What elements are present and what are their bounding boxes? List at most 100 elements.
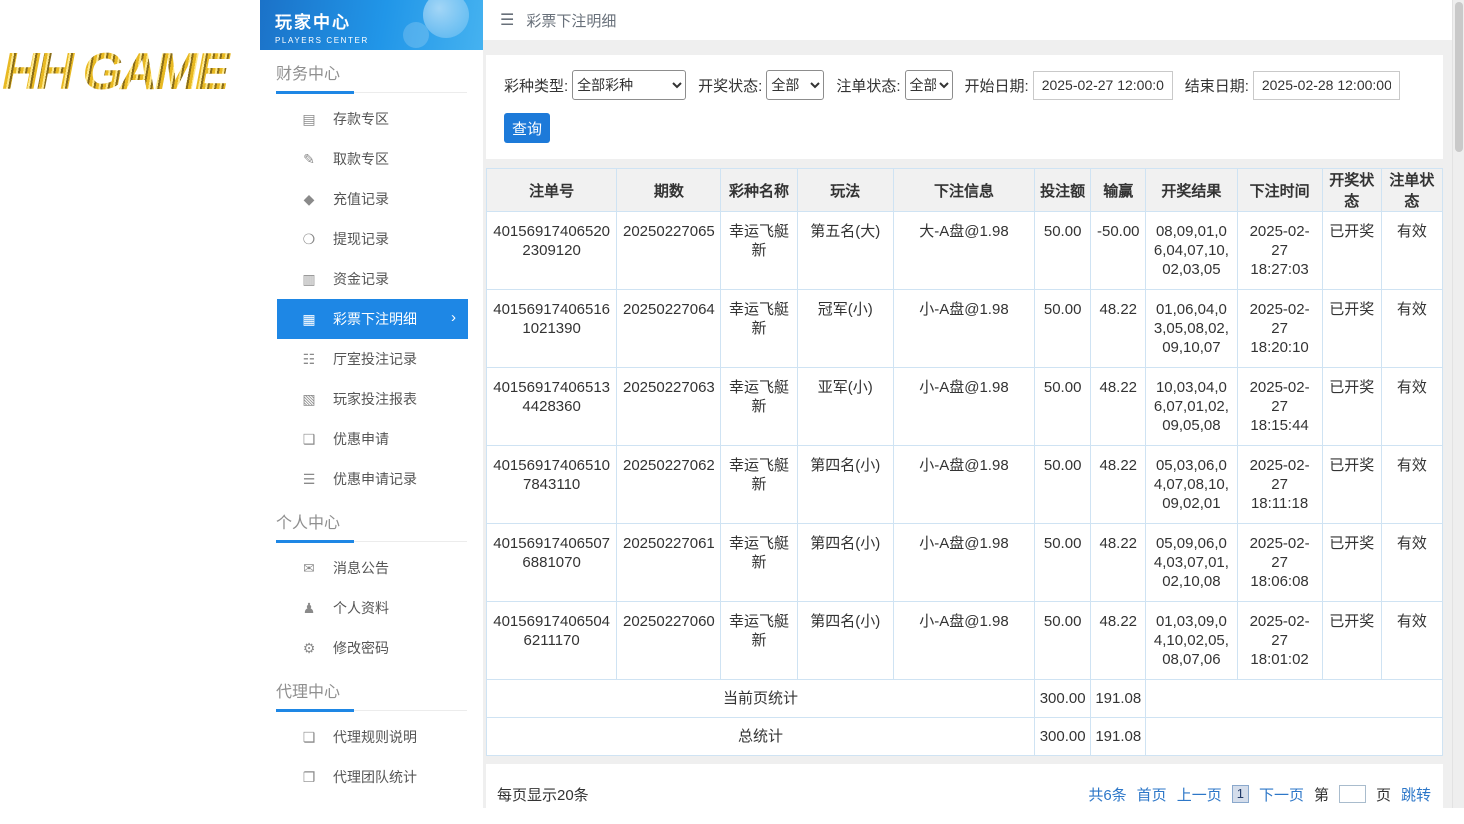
hall-bet-record-icon: ☷ <box>300 351 318 368</box>
sidebar-item-message-announcements[interactable]: ✉ 消息公告 <box>277 548 468 588</box>
sidebar-item-player-bet-report[interactable]: ▧ 玩家投注报表 <box>277 379 468 419</box>
promo-apply-record-icon: ☰ <box>300 471 318 488</box>
agent-menu: ❏ 代理规则说明 ❐ 代理团队统计 <box>277 717 468 797</box>
table-header-row: 注单号 期数 彩种名称 玩法 下注信息 投注额 输赢 开奖结果 下注时间 开奖状… <box>487 169 1443 212</box>
lottery-type-label: 彩种类型: <box>504 75 568 96</box>
sidebar-item-deposit-zone[interactable]: ▤ 存款专区 <box>277 99 468 139</box>
col-win-loss: 输赢 <box>1091 169 1146 212</box>
start-date-label: 开始日期: <box>965 75 1029 96</box>
prev-page-link[interactable]: 上一页 <box>1177 784 1222 805</box>
col-play-type: 玩法 <box>797 169 893 212</box>
main-area: ☰ 彩票下注明细 彩种类型: 全部彩种 开奖状态: 全部 注单状态: 全部 开始… <box>483 0 1464 808</box>
summary-bet-total: 300.00 <box>1035 718 1091 756</box>
team-stats-icon: ❐ <box>300 769 318 786</box>
end-date-label: 结束日期: <box>1185 75 1249 96</box>
col-bet-status: 注单状态 <box>1381 169 1442 212</box>
sidebar-item-promo-application-records[interactable]: ☰ 优惠申请记录 <box>277 459 468 499</box>
draw-status-label: 开奖状态: <box>698 75 762 96</box>
section-title-finance: 财务中心 <box>276 60 467 93</box>
bet-status-label: 注单状态: <box>836 75 900 96</box>
end-date-input[interactable] <box>1253 71 1400 100</box>
summary-win-total: 191.08 <box>1091 680 1146 718</box>
menu-toggle-icon[interactable]: ☰ <box>500 10 514 30</box>
col-lottery-name: 彩种名称 <box>721 169 797 212</box>
sidebar-item-agent-team-stats[interactable]: ❐ 代理团队统计 <box>277 757 468 797</box>
bet-status-select[interactable]: 全部 <box>905 70 953 100</box>
table-row: 401569174065107843110 20250227062 幸运飞艇新 … <box>487 446 1443 524</box>
total-count-text: 共6条 <box>1088 784 1126 805</box>
user-icon: ♟ <box>300 600 318 617</box>
col-bet-info: 下注信息 <box>893 169 1034 212</box>
sidebar-item-funds-records[interactable]: ▥ 资金记录 <box>277 259 468 299</box>
table-row: 401569174065202309120 20250227065 幸运飞艇新 … <box>487 212 1443 290</box>
sidebar-subtitle: PLAYERS CENTER <box>275 36 483 45</box>
page-title: 彩票下注明细 <box>526 10 616 31</box>
sidebar-item-promo-application[interactable]: ❑ 优惠申请 <box>277 419 468 459</box>
draw-status-select[interactable]: 全部 <box>766 70 824 100</box>
table-row: 401569174065161021390 20250227064 幸运飞艇新 … <box>487 290 1443 368</box>
logo-area: HH GAME <box>0 0 260 808</box>
col-period: 期数 <box>617 169 721 212</box>
funds-record-icon: ▥ <box>300 271 318 288</box>
first-page-link[interactable]: 首页 <box>1137 784 1167 805</box>
summary-bet-total: 300.00 <box>1035 680 1091 718</box>
sidebar-item-change-password[interactable]: ⚙ 修改密码 <box>277 628 468 668</box>
chevron-right-icon: › <box>451 309 456 326</box>
doc-icon: ❏ <box>300 729 318 746</box>
sidebar-item-withdraw-zone[interactable]: ✎ 取款专区 <box>277 139 468 179</box>
deposit-icon: ▤ <box>300 111 318 128</box>
start-date-input[interactable] <box>1033 71 1173 100</box>
sidebar: 玩家中心 PLAYERS CENTER 财务中心 ▤ 存款专区 ✎ 取款专区 ◆… <box>260 0 483 808</box>
col-draw-result: 开奖结果 <box>1146 169 1237 212</box>
section-title-personal: 个人中心 <box>276 509 467 542</box>
withdraw-icon: ✎ <box>300 151 318 168</box>
section-title-agent: 代理中心 <box>276 678 467 711</box>
withdrawal-record-icon: ❍ <box>300 231 318 248</box>
recharge-record-icon: ◆ <box>300 191 318 208</box>
summary-label: 当前页统计 <box>487 680 1035 718</box>
sidebar-item-personal-profile[interactable]: ♟ 个人资料 <box>277 588 468 628</box>
bell-icon: ✉ <box>300 560 318 577</box>
lottery-bet-detail-icon: ▦ <box>300 311 318 328</box>
summary-label: 总统计 <box>487 718 1035 756</box>
grand-total-summary-row: 总统计 300.00 191.08 <box>487 718 1443 756</box>
col-bet-amount: 投注额 <box>1035 169 1091 212</box>
search-button[interactable]: 查询 <box>504 113 550 143</box>
page-size-text: 每页显示20条 <box>497 784 589 805</box>
sidebar-item-recharge-records[interactable]: ◆ 充值记录 <box>277 179 468 219</box>
summary-win-total: 191.08 <box>1091 718 1146 756</box>
table-row: 401569174065046211170 20250227060 幸运飞艇新 … <box>487 602 1443 680</box>
logo: HH GAME <box>2 42 260 102</box>
bets-table-panel: 注单号 期数 彩种名称 玩法 下注信息 投注额 输赢 开奖结果 下注时间 开奖状… <box>486 168 1443 756</box>
players-center-header: 玩家中心 PLAYERS CENTER <box>260 0 483 50</box>
current-page-summary-row: 当前页统计 300.00 191.08 <box>487 680 1443 718</box>
sidebar-item-withdrawal-records[interactable]: ❍ 提现记录 <box>277 219 468 259</box>
promo-apply-icon: ❑ <box>300 431 318 448</box>
pagination-bar: 每页显示20条 共6条 首页 上一页 1 下一页 第 页 跳转 <box>486 764 1443 824</box>
pager: 共6条 首页 上一页 1 下一页 第 页 跳转 <box>1088 784 1431 805</box>
gear-icon: ⚙ <box>300 640 318 657</box>
page-scrollbar[interactable] <box>1452 0 1464 808</box>
current-page-indicator[interactable]: 1 <box>1232 785 1249 803</box>
filter-panel: 彩种类型: 全部彩种 开奖状态: 全部 注单状态: 全部 开始日期: 结束日期:… <box>486 55 1443 159</box>
table-row: 401569174065076881070 20250227061 幸运飞艇新 … <box>487 524 1443 602</box>
finance-menu: ▤ 存款专区 ✎ 取款专区 ◆ 充值记录 ❍ 提现记录 ▥ 资金记录 ▦ 彩票下… <box>277 99 468 499</box>
jump-suffix: 页 <box>1376 784 1391 805</box>
player-bet-report-icon: ▧ <box>300 391 318 408</box>
jump-prefix: 第 <box>1314 784 1329 805</box>
sidebar-item-agent-rules[interactable]: ❏ 代理规则说明 <box>277 717 468 757</box>
col-bet-number: 注单号 <box>487 169 617 212</box>
next-page-link[interactable]: 下一页 <box>1259 784 1304 805</box>
bets-table: 注单号 期数 彩种名称 玩法 下注信息 投注额 输赢 开奖结果 下注时间 开奖状… <box>486 168 1443 756</box>
scrollbar-thumb[interactable] <box>1455 2 1463 152</box>
jump-page-input[interactable] <box>1339 785 1366 803</box>
col-draw-status: 开奖状态 <box>1322 169 1381 212</box>
col-bet-time: 下注时间 <box>1237 169 1322 212</box>
sidebar-item-lottery-bet-details[interactable]: ▦ 彩票下注明细 › <box>277 299 468 339</box>
topbar: ☰ 彩票下注明细 <box>483 0 1464 40</box>
table-row: 401569174065134428360 20250227063 幸运飞艇新 … <box>487 368 1443 446</box>
jump-button[interactable]: 跳转 <box>1401 784 1431 805</box>
lottery-type-select[interactable]: 全部彩种 <box>572 70 686 100</box>
personal-menu: ✉ 消息公告 ♟ 个人资料 ⚙ 修改密码 <box>277 548 468 668</box>
sidebar-item-hall-bet-records[interactable]: ☷ 厅室投注记录 <box>277 339 468 379</box>
